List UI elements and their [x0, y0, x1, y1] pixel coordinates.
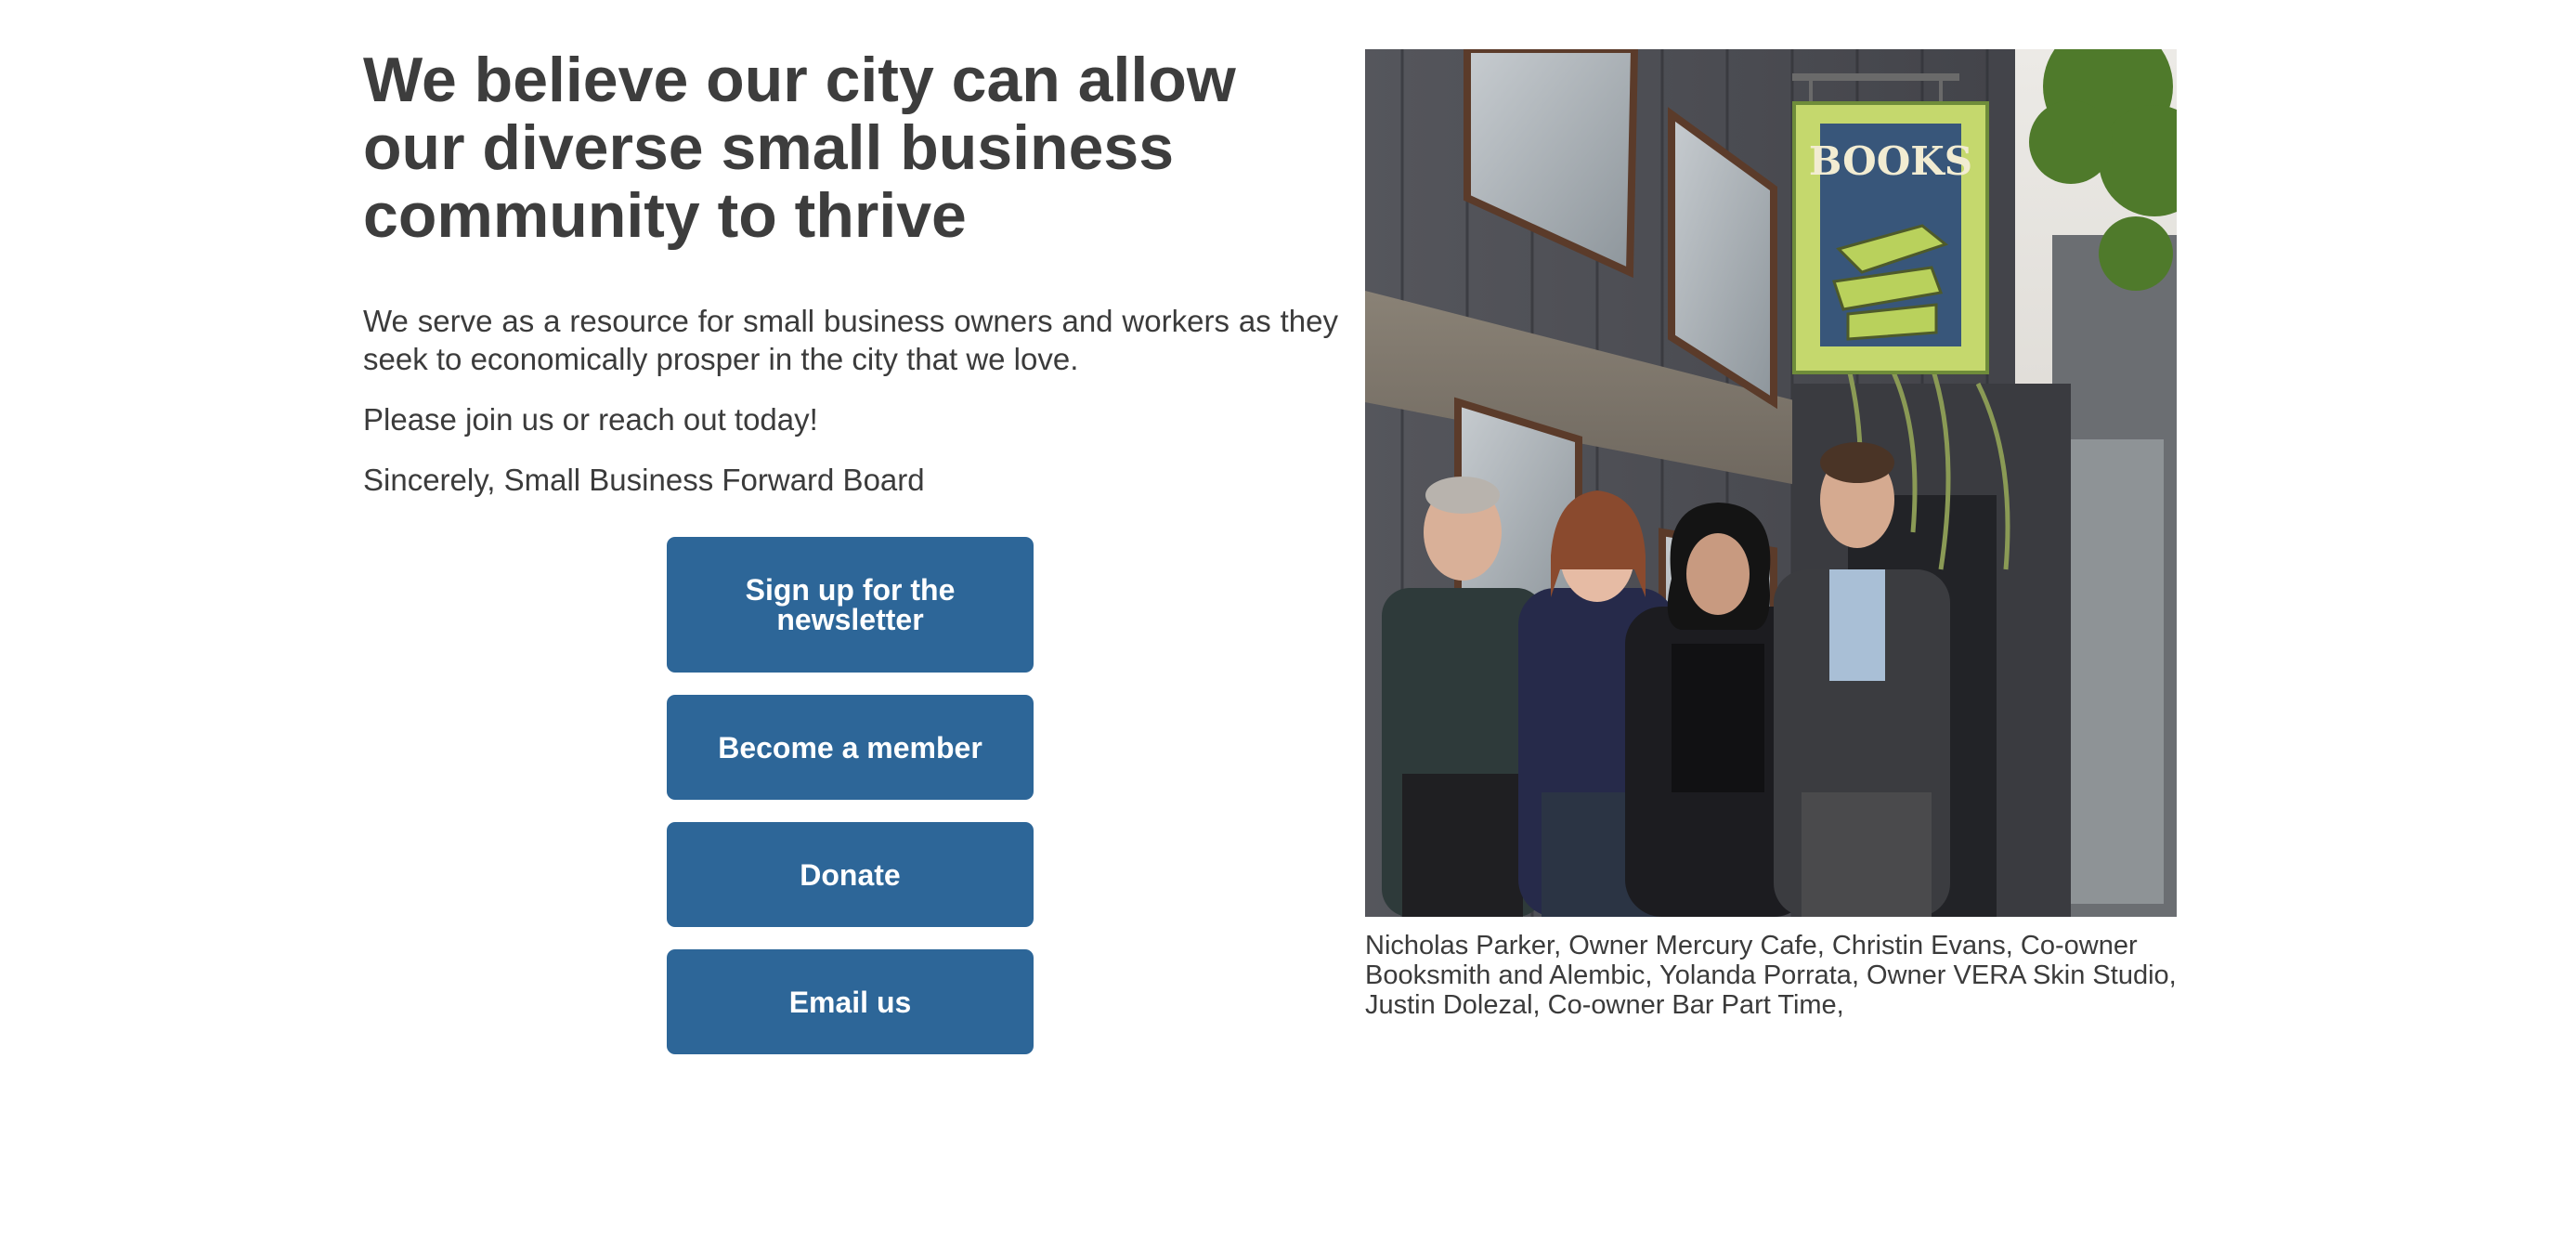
- newsletter-signup-button[interactable]: Sign up for the newsletter: [667, 537, 1034, 673]
- intro-paragraph: We serve as a resource for small busines…: [363, 304, 1338, 376]
- photo-caption: Nicholas Parker, Owner Mercury Cafe, Chr…: [1365, 931, 2177, 1020]
- books-sign-text: BOOKS: [1809, 138, 1972, 184]
- email-us-button[interactable]: Email us: [667, 949, 1034, 1054]
- page-headline: We believe our city can allow our divers…: [363, 45, 1236, 251]
- donate-button[interactable]: Donate: [667, 822, 1034, 927]
- become-member-button[interactable]: Become a member: [667, 695, 1034, 800]
- intro-section: We believe our city can allow our divers…: [363, 46, 1338, 499]
- signoff-text: Sincerely, Small Business Forward Board: [363, 463, 925, 497]
- storefront-photo: BOOKS: [1365, 49, 2177, 917]
- join-text: Please join us or reach out today!: [363, 402, 818, 437]
